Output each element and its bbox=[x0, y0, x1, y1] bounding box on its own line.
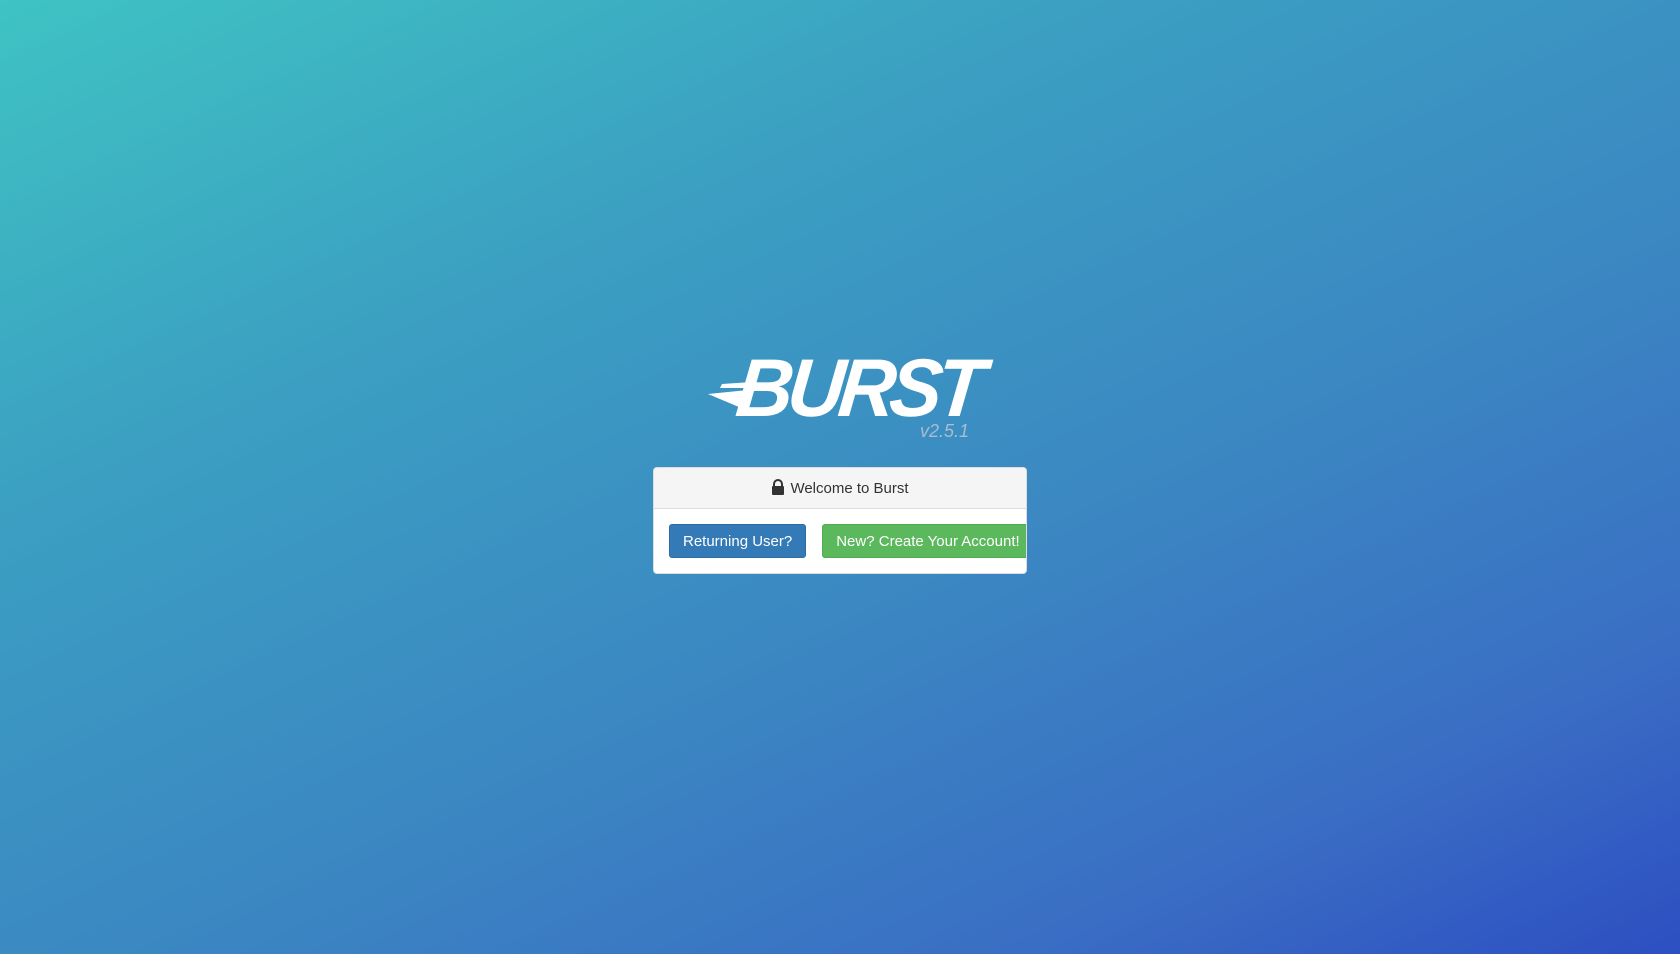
lock-icon bbox=[772, 479, 785, 495]
panel-body: Returning User? New? Create Your Account… bbox=[654, 509, 1026, 573]
welcome-panel: Welcome to Burst Returning User? New? Cr… bbox=[653, 467, 1027, 574]
logo-text: BURST bbox=[732, 343, 984, 434]
version-label: v2.5.1 bbox=[920, 421, 970, 441]
panel-heading: Welcome to Burst bbox=[654, 468, 1026, 509]
burst-logo: BURST v2.5.1 bbox=[708, 343, 984, 444]
create-account-button[interactable]: New? Create Your Account! bbox=[822, 524, 1026, 558]
panel-heading-text: Welcome to Burst bbox=[790, 479, 909, 497]
returning-user-button[interactable]: Returning User? bbox=[669, 524, 807, 558]
